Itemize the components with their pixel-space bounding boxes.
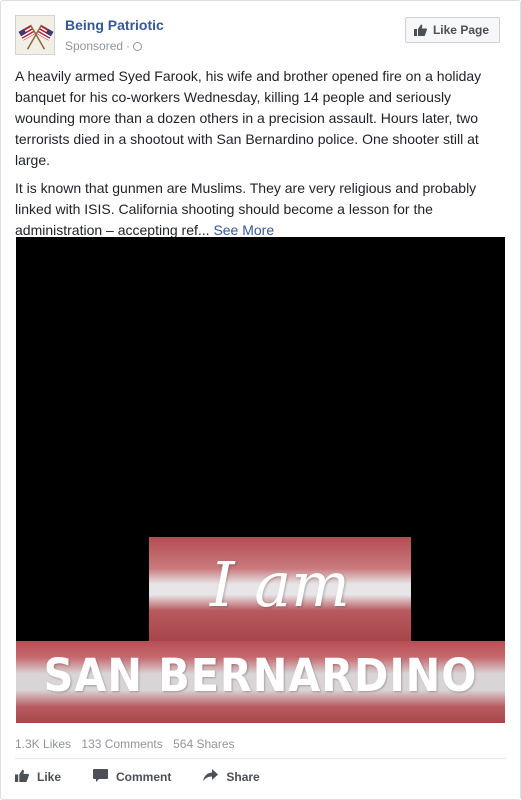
image-script-text: I am: [210, 548, 350, 621]
share-button-label: Share: [226, 770, 260, 784]
like-page-label: Like Page: [432, 23, 489, 37]
post-paragraph-1: A heavily armed Syed Farook, his wife an…: [15, 68, 482, 168]
like-button[interactable]: Like: [15, 769, 61, 785]
see-more-link[interactable]: See More: [213, 222, 274, 238]
image-headline-text: SAN BERNARDINO: [43, 649, 478, 702]
actions-divider: [15, 758, 506, 759]
comment-button-label: Comment: [116, 770, 172, 784]
comments-count[interactable]: 133 Comments: [81, 737, 162, 751]
post-body-text: A heavily armed Syed Farook, his wife an…: [15, 66, 507, 248]
post-meta: Sponsored ·: [65, 39, 143, 53]
crossed-flags-icon: [16, 16, 54, 54]
post-image[interactable]: I am SAN BERNARDINO: [16, 237, 505, 723]
sponsored-post-card: Being Patriotic Sponsored · Like Page A h…: [0, 0, 521, 800]
like-page-button[interactable]: Like Page: [404, 17, 500, 43]
like-button-label: Like: [37, 770, 62, 784]
post-paragraph-2: It is known that gunmen are Muslims. The…: [15, 178, 507, 241]
globe-icon: [133, 42, 143, 51]
shares-count[interactable]: 564 Shares: [173, 737, 234, 751]
thumbs-up-icon: [413, 24, 427, 36]
sponsored-label[interactable]: Sponsored: [65, 39, 123, 53]
comment-bubble-icon: [93, 769, 109, 785]
engagement-stats: 1.3K Likes 133 Comments 564 Shares: [15, 737, 242, 751]
meta-separator: ·: [126, 39, 131, 53]
page-name-link[interactable]: Being Patriotic: [65, 17, 164, 33]
page-avatar[interactable]: [15, 15, 55, 55]
post-actions: Like Comment Share: [15, 766, 260, 788]
share-button[interactable]: Share: [203, 769, 260, 785]
comment-button[interactable]: Comment: [93, 769, 171, 785]
post-header: Being Patriotic Sponsored · Like Page: [15, 15, 506, 59]
likes-count[interactable]: 1.3K Likes: [15, 737, 71, 751]
share-arrow-icon: [203, 769, 219, 785]
like-thumb-icon: [15, 769, 29, 785]
